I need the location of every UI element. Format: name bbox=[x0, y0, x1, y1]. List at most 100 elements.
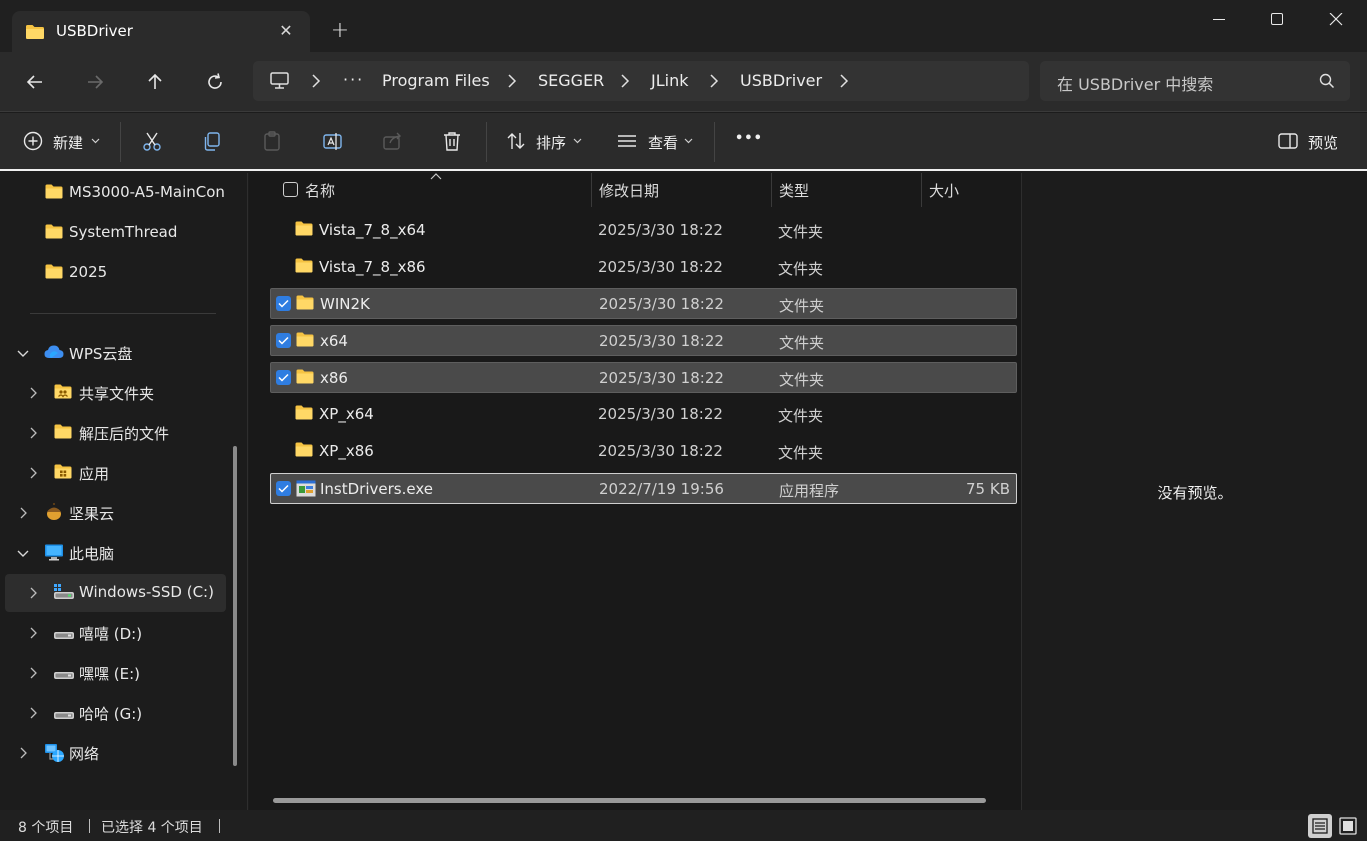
breadcrumb-segger[interactable]: SEGGER bbox=[538, 71, 604, 90]
view-button[interactable]: 查看 bbox=[617, 129, 697, 155]
sidebar-item-this-pc[interactable]: 此电脑 bbox=[5, 534, 226, 572]
sidebar-item-ms3000[interactable]: MS3000-A5-MainCon bbox=[5, 174, 226, 212]
address-row: ··· Program Files SEGGER JLink USBDriver… bbox=[0, 52, 1367, 112]
tab-usbdriver[interactable]: USBDriver ✕ bbox=[12, 11, 310, 52]
sidebar-item-extracted-files[interactable]: 解压后的文件 bbox=[5, 414, 226, 452]
select-all-checkbox[interactable] bbox=[283, 182, 298, 197]
computer-icon bbox=[44, 544, 64, 565]
copy-button[interactable] bbox=[202, 129, 226, 155]
minimize-button[interactable] bbox=[1190, 0, 1248, 40]
sidebar-scrollbar[interactable] bbox=[233, 446, 237, 766]
sidebar-item-label: 网络 bbox=[69, 745, 100, 763]
file-row[interactable]: x64 2025/3/30 18:22 文件夹 bbox=[270, 325, 1017, 356]
navigation-pane: MS3000-A5-MainCon SystemThread 2025 WPS云… bbox=[0, 173, 248, 810]
column-divider[interactable] bbox=[921, 173, 922, 207]
column-header-modified[interactable]: 修改日期 bbox=[599, 173, 771, 207]
row-checkbox[interactable] bbox=[276, 296, 291, 311]
row-checkbox[interactable] bbox=[276, 481, 291, 496]
preview-pane-button[interactable]: 预览 bbox=[1278, 129, 1348, 155]
column-divider[interactable] bbox=[771, 173, 772, 207]
breadcrumb-overflow[interactable]: ··· bbox=[343, 70, 364, 89]
this-pc-icon[interactable] bbox=[269, 72, 291, 94]
share-button[interactable] bbox=[382, 129, 406, 155]
details-view-button[interactable] bbox=[1308, 814, 1332, 838]
chevron-right-icon[interactable] bbox=[30, 467, 38, 479]
file-row[interactable]: InstDrivers.exe 2022/7/19 19:56 应用程序 75 … bbox=[270, 473, 1017, 504]
sidebar-item-drive-d[interactable]: 嘻嘻 (D:) bbox=[5, 614, 226, 652]
row-checkbox[interactable] bbox=[276, 333, 291, 348]
back-button[interactable] bbox=[21, 68, 49, 96]
new-tab-button[interactable]: + bbox=[327, 18, 353, 44]
chevron-right-icon[interactable] bbox=[507, 74, 517, 88]
search-icon[interactable] bbox=[1319, 73, 1335, 89]
item-count: 8 个项目 bbox=[18, 820, 74, 836]
rename-button[interactable] bbox=[322, 129, 346, 155]
file-name: Vista_7_8_x86 bbox=[319, 258, 426, 276]
breadcrumb-program-files[interactable]: Program Files bbox=[382, 71, 490, 90]
file-row[interactable]: Vista_7_8_x64 2025/3/30 18:22 文件夹 bbox=[270, 215, 1017, 246]
sidebar-item-jianguoyun[interactable]: 坚果云 bbox=[5, 494, 226, 532]
refresh-button[interactable] bbox=[201, 68, 229, 96]
new-button[interactable]: 新建 bbox=[23, 129, 103, 155]
breadcrumb-usbdriver[interactable]: USBDriver bbox=[740, 71, 822, 90]
sort-button[interactable]: 排序 bbox=[506, 129, 586, 155]
chevron-right-icon[interactable] bbox=[30, 587, 38, 599]
sidebar-item-shared-folder[interactable]: 共享文件夹 bbox=[5, 374, 226, 412]
file-row[interactable]: XP_x64 2025/3/30 18:22 文件夹 bbox=[270, 399, 1017, 430]
column-divider[interactable] bbox=[591, 173, 592, 207]
chevron-down-icon[interactable] bbox=[17, 550, 29, 558]
sidebar-item-apps[interactable]: 应用 bbox=[5, 454, 226, 492]
forward-button[interactable] bbox=[81, 68, 109, 96]
no-preview-message: 没有预览。 bbox=[1157, 484, 1233, 502]
up-button[interactable] bbox=[141, 68, 169, 96]
chevron-right-icon[interactable] bbox=[20, 747, 28, 759]
sidebar-item-network[interactable]: 网络 bbox=[5, 734, 226, 772]
file-modified: 2022/7/19 19:56 bbox=[599, 480, 724, 498]
file-type: 应用程序 bbox=[779, 482, 840, 500]
horizontal-scrollbar[interactable] bbox=[273, 798, 986, 803]
sidebar-item-wps-cloud[interactable]: WPS云盘 bbox=[5, 334, 226, 372]
status-bar: 8 个项目 已选择 4 个项目 bbox=[0, 810, 1367, 841]
column-header-name[interactable]: 名称 bbox=[305, 173, 591, 207]
chevron-right-icon[interactable] bbox=[839, 74, 849, 88]
file-row[interactable]: XP_x86 2025/3/30 18:22 文件夹 bbox=[270, 436, 1017, 467]
delete-button[interactable] bbox=[442, 129, 466, 155]
close-window-button[interactable] bbox=[1307, 0, 1365, 40]
chevron-right-icon[interactable] bbox=[30, 427, 38, 439]
chevron-right-icon[interactable] bbox=[30, 627, 38, 639]
cut-button[interactable] bbox=[142, 129, 166, 155]
chevron-right-icon[interactable] bbox=[20, 507, 28, 519]
column-header-type[interactable]: 类型 bbox=[779, 173, 921, 207]
folder-icon bbox=[54, 424, 72, 443]
search-input[interactable]: 在 USBDriver 中搜索 bbox=[1040, 61, 1350, 101]
folder-icon bbox=[296, 295, 314, 314]
column-header-size[interactable]: 大小 bbox=[929, 173, 1019, 207]
sidebar-item-systemthread[interactable]: SystemThread bbox=[5, 214, 226, 252]
file-row[interactable]: WIN2K 2025/3/30 18:22 文件夹 bbox=[270, 288, 1017, 319]
file-name: x86 bbox=[320, 369, 348, 387]
file-row[interactable]: x86 2025/3/30 18:22 文件夹 bbox=[270, 362, 1017, 393]
breadcrumb-jlink[interactable]: JLink bbox=[651, 71, 688, 90]
sidebar-item-drive-e[interactable]: 嘿嘿 (E:) bbox=[5, 654, 226, 692]
sidebar-item-windows-ssd[interactable]: Windows-SSD (C:) bbox=[5, 574, 226, 612]
status-divider bbox=[89, 819, 90, 833]
close-tab-icon[interactable]: ✕ bbox=[275, 20, 297, 42]
large-icons-view-button[interactable] bbox=[1336, 814, 1360, 838]
more-options-button[interactable]: ••• bbox=[735, 129, 762, 155]
paste-button[interactable] bbox=[262, 129, 286, 155]
chevron-right-icon[interactable] bbox=[709, 74, 719, 88]
sidebar-item-drive-g[interactable]: 哈哈 (G:) bbox=[5, 694, 226, 732]
maximize-button[interactable] bbox=[1248, 0, 1306, 40]
chevron-right-icon[interactable] bbox=[30, 667, 38, 679]
address-bar[interactable]: ··· Program Files SEGGER JLink USBDriver bbox=[253, 61, 1029, 101]
row-checkbox[interactable] bbox=[276, 370, 291, 385]
drive-icon bbox=[53, 667, 75, 685]
file-row[interactable]: Vista_7_8_x86 2025/3/30 18:22 文件夹 bbox=[270, 252, 1017, 283]
cloud-icon bbox=[44, 344, 64, 364]
chevron-down-icon[interactable] bbox=[17, 350, 29, 358]
chevron-right-icon[interactable] bbox=[620, 74, 630, 88]
chevron-right-icon[interactable] bbox=[311, 74, 321, 88]
sidebar-item-2025[interactable]: 2025 bbox=[5, 254, 226, 292]
chevron-right-icon[interactable] bbox=[30, 707, 38, 719]
chevron-right-icon[interactable] bbox=[30, 387, 38, 399]
